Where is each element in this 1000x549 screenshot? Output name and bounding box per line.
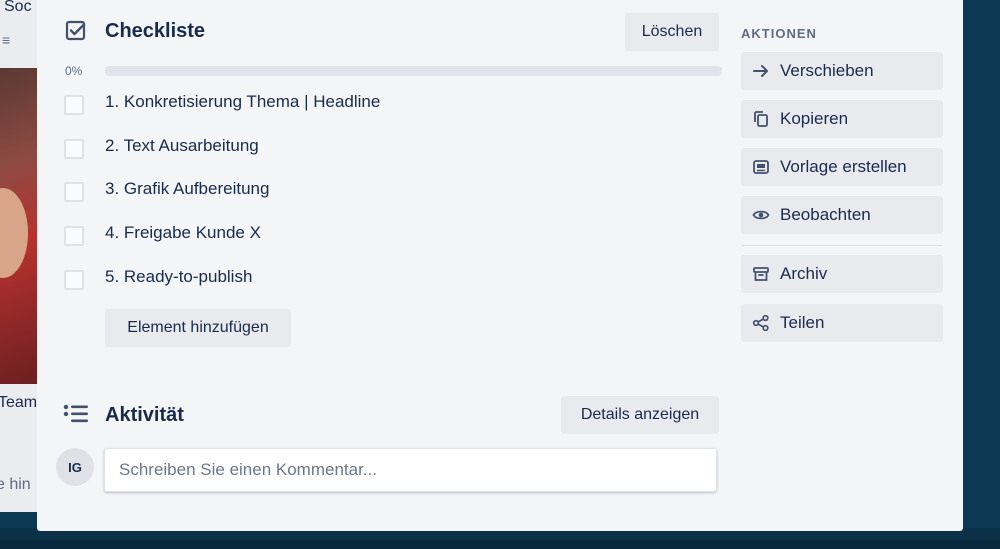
move-button-label: Verschieben <box>780 61 874 80</box>
background-card-cover-image <box>0 68 40 384</box>
template-icon <box>752 158 770 176</box>
checklist-item-checkbox[interactable] <box>64 95 84 115</box>
checklist-progress-percent: 0% <box>65 64 83 78</box>
show-details-button[interactable]: Details anzeigen <box>561 396 719 434</box>
background-card-team-text: Team <box>0 394 38 411</box>
checklist-item-checkbox[interactable] <box>64 270 84 290</box>
background-card[interactable]: Soc ≡ Team e hin <box>0 0 40 512</box>
copy-button-label: Kopieren <box>780 109 849 128</box>
checklist-item-checkbox[interactable] <box>64 139 84 159</box>
checklist-item-label[interactable]: 3. Grafik Aufbereitung <box>105 179 269 199</box>
checklist-item-checkbox[interactable] <box>64 182 84 202</box>
archive-icon <box>752 265 770 283</box>
checklist-item[interactable]: 4. Freigabe Kunde X <box>37 219 727 255</box>
board-bottom-strip <box>0 540 1000 549</box>
create-template-button[interactable]: Vorlage erstellen <box>741 148 943 186</box>
move-button[interactable]: Verschieben <box>741 52 943 90</box>
checklist-title: Checkliste <box>105 20 206 42</box>
checklist-progress-bar <box>105 66 722 76</box>
copy-icon <box>752 110 770 128</box>
copy-button[interactable]: Kopieren <box>741 100 943 138</box>
create-template-button-label: Vorlage erstellen <box>780 157 907 176</box>
comment-input[interactable] <box>104 448 717 492</box>
add-checklist-item-button[interactable]: Element hinzufügen <box>105 309 291 347</box>
actions-divider <box>741 245 943 246</box>
activity-title: Aktivität <box>105 404 184 426</box>
cover-face-shape <box>0 188 28 278</box>
checklist-item-label[interactable]: 4. Freigabe Kunde X <box>105 223 261 243</box>
delete-checklist-button[interactable]: Löschen <box>625 13 719 51</box>
share-icon <box>752 314 770 332</box>
eye-icon <box>752 206 770 224</box>
archive-button[interactable]: Archiv <box>741 255 943 293</box>
checklist-item[interactable]: 2. Text Ausarbeitung <box>37 132 727 168</box>
checklist-item-label[interactable]: 5. Ready-to-publish <box>105 267 252 287</box>
avatar[interactable]: IG <box>56 448 94 486</box>
checklist-item-label[interactable]: 2. Text Ausarbeitung <box>105 136 259 156</box>
card-detail-modal: Checkliste Löschen 0% 1. Konkretisierung… <box>37 0 963 531</box>
background-card-hint-text: e hin <box>0 476 31 493</box>
archive-button-label: Archiv <box>780 264 828 283</box>
checklist-item[interactable]: 1. Konkretisierung Thema | Headline <box>37 88 727 124</box>
watch-button-label: Beobachten <box>780 205 871 224</box>
description-icon: ≡ <box>2 32 11 48</box>
share-button-label: Teilen <box>780 313 825 332</box>
arrow-right-icon <box>752 62 770 80</box>
checklist-item[interactable]: 5. Ready-to-publish <box>37 263 727 299</box>
share-button[interactable]: Teilen <box>741 304 943 342</box>
actions-heading: AKTIONEN <box>741 26 817 41</box>
watch-button[interactable]: Beobachten <box>741 196 943 234</box>
checklist-item[interactable]: 3. Grafik Aufbereitung <box>37 175 727 211</box>
checklist-item-label[interactable]: 1. Konkretisierung Thema | Headline <box>105 92 380 112</box>
background-card-title: Soc <box>4 0 32 15</box>
checklist-item-checkbox[interactable] <box>64 226 84 246</box>
checklist-icon <box>65 20 87 42</box>
activity-list-icon <box>63 403 89 425</box>
